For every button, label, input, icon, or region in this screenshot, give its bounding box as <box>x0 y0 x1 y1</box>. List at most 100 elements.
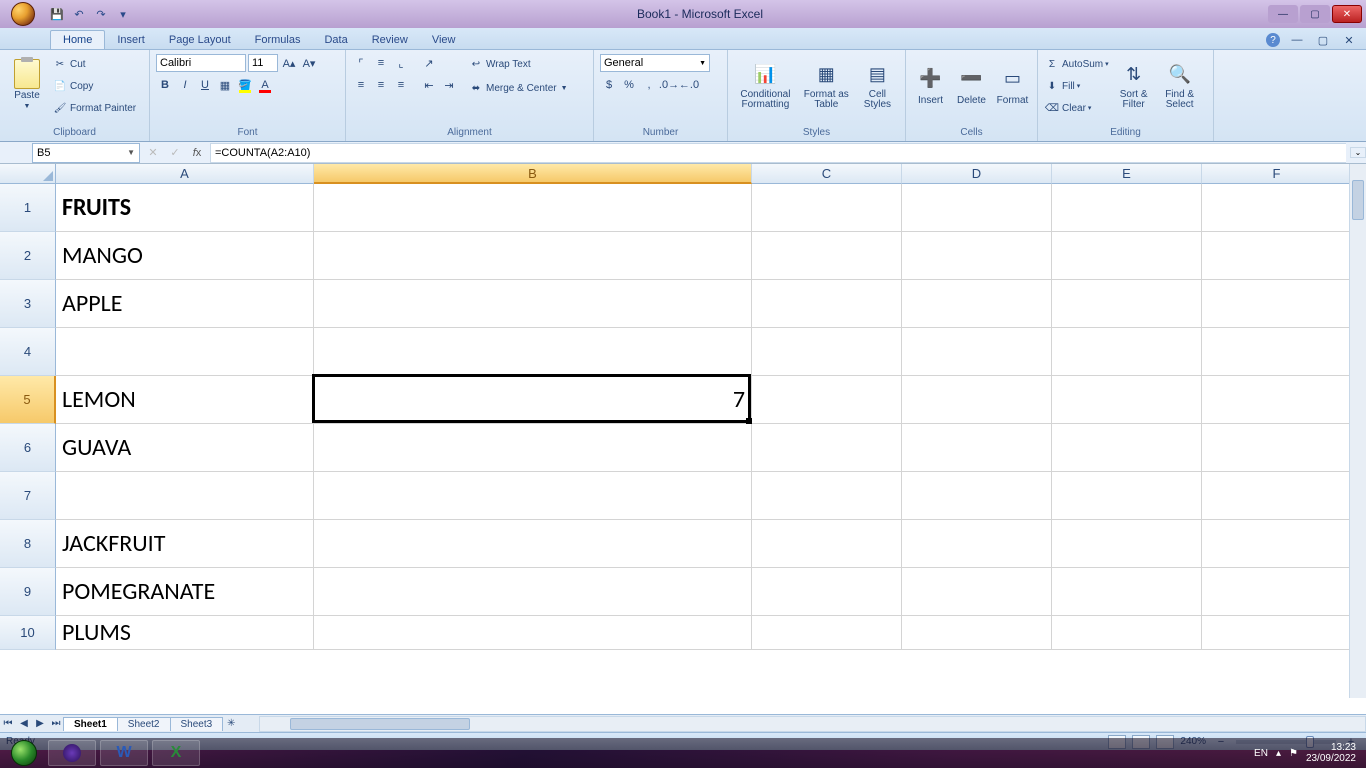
close-button[interactable]: ✕ <box>1332 5 1362 23</box>
cell-C9[interactable] <box>752 568 902 616</box>
cell-F3[interactable] <box>1202 280 1352 328</box>
currency-icon[interactable]: $ <box>600 76 618 94</box>
cell-F9[interactable] <box>1202 568 1352 616</box>
cell-D3[interactable] <box>902 280 1052 328</box>
sheet-nav-last-icon[interactable]: ⏭ <box>48 716 64 732</box>
cell-A7[interactable] <box>56 472 314 520</box>
name-box[interactable]: B5▼ <box>32 143 140 163</box>
tab-insert[interactable]: Insert <box>105 31 157 49</box>
cell-F10[interactable] <box>1202 616 1352 650</box>
percent-icon[interactable]: % <box>620 76 638 94</box>
task-firefox[interactable] <box>48 740 96 766</box>
cell-D8[interactable] <box>902 520 1052 568</box>
fill-color-button[interactable]: 🪣 <box>236 76 254 94</box>
format-cells-button[interactable]: ▭Format <box>994 52 1031 118</box>
cell-F1[interactable] <box>1202 184 1352 232</box>
cell-B3[interactable] <box>314 280 752 328</box>
decrease-indent-icon[interactable]: ⇤ <box>420 76 438 94</box>
fill-button[interactable]: ⬇Fill▾ <box>1044 76 1109 96</box>
comma-icon[interactable]: , <box>640 76 658 94</box>
enter-formula-icon[interactable]: ✓ <box>166 144 184 162</box>
tray-date[interactable]: 23/09/2022 <box>1306 753 1356 764</box>
maximize-button[interactable]: ▢ <box>1300 5 1330 23</box>
office-button[interactable] <box>2 0 44 28</box>
cell-F4[interactable] <box>1202 328 1352 376</box>
cell-B7[interactable] <box>314 472 752 520</box>
delete-cells-button[interactable]: ➖Delete <box>953 52 990 118</box>
sort-filter-button[interactable]: ⇅Sort & Filter <box>1113 52 1155 118</box>
cell-D9[interactable] <box>902 568 1052 616</box>
grid-body[interactable]: 1FRUITS2MANGO3APPLE45LEMON76GUAVA78JACKF… <box>0 184 1366 716</box>
undo-button[interactable]: ↶ <box>70 5 88 23</box>
find-select-button[interactable]: 🔍Find & Select <box>1159 52 1201 118</box>
cut-button[interactable]: ✂Cut <box>52 54 136 74</box>
formula-input[interactable] <box>210 143 1346 163</box>
orientation-icon[interactable]: ↗ <box>420 54 438 72</box>
cell-E3[interactable] <box>1052 280 1202 328</box>
row-header-3[interactable]: 3 <box>0 280 56 328</box>
cell-E2[interactable] <box>1052 232 1202 280</box>
cell-B5[interactable]: 7 <box>314 376 752 424</box>
autosum-button[interactable]: ΣAutoSum▾ <box>1044 54 1109 74</box>
italic-button[interactable]: I <box>176 76 194 94</box>
cell-E6[interactable] <box>1052 424 1202 472</box>
col-header-F[interactable]: F <box>1202 164 1352 184</box>
cell-D4[interactable] <box>902 328 1052 376</box>
underline-button[interactable]: U <box>196 76 214 94</box>
cell-E10[interactable] <box>1052 616 1202 650</box>
cell-C8[interactable] <box>752 520 902 568</box>
sheet-tab-sheet1[interactable]: Sheet1 <box>63 717 118 731</box>
qat-customize-icon[interactable]: ▾ <box>114 5 132 23</box>
conditional-formatting-button[interactable]: 📊Conditional Formatting <box>734 52 797 118</box>
cell-F6[interactable] <box>1202 424 1352 472</box>
cell-F5[interactable] <box>1202 376 1352 424</box>
align-right-icon[interactable]: ≡ <box>392 76 410 94</box>
cell-C2[interactable] <box>752 232 902 280</box>
name-box-dropdown-icon[interactable]: ▼ <box>127 148 135 157</box>
cell-C4[interactable] <box>752 328 902 376</box>
cell-A8[interactable]: JACKFRUIT <box>56 520 314 568</box>
align-middle-icon[interactable]: ≡ <box>372 54 390 72</box>
minimize-button[interactable]: — <box>1268 5 1298 23</box>
row-header-6[interactable]: 6 <box>0 424 56 472</box>
merge-center-button[interactable]: ⬌Merge & Center▼ <box>468 78 568 98</box>
tray-lang[interactable]: EN <box>1254 748 1268 759</box>
redo-button[interactable]: ↷ <box>92 5 110 23</box>
cell-C3[interactable] <box>752 280 902 328</box>
cell-E5[interactable] <box>1052 376 1202 424</box>
row-header-4[interactable]: 4 <box>0 328 56 376</box>
tray-flag-icon[interactable]: ⚑ <box>1289 748 1298 759</box>
cell-F7[interactable] <box>1202 472 1352 520</box>
cell-D5[interactable] <box>902 376 1052 424</box>
font-size-input[interactable] <box>248 54 278 72</box>
cancel-formula-icon[interactable]: ✕ <box>144 144 162 162</box>
hscroll-thumb[interactable] <box>290 718 470 730</box>
bold-button[interactable]: B <box>156 76 174 94</box>
cell-A5[interactable]: LEMON <box>56 376 314 424</box>
cell-F2[interactable] <box>1202 232 1352 280</box>
align-center-icon[interactable]: ≡ <box>372 76 390 94</box>
cell-C1[interactable] <box>752 184 902 232</box>
row-header-1[interactable]: 1 <box>0 184 56 232</box>
paste-button[interactable]: Paste ▼ <box>6 52 48 118</box>
restore-window-icon[interactable]: ▢ <box>1314 31 1332 49</box>
tab-review[interactable]: Review <box>360 31 420 49</box>
cell-B2[interactable] <box>314 232 752 280</box>
help-icon[interactable]: ? <box>1266 33 1280 47</box>
cell-B4[interactable] <box>314 328 752 376</box>
cell-E1[interactable] <box>1052 184 1202 232</box>
row-header-5[interactable]: 5 <box>0 376 56 424</box>
border-button[interactable]: ▦ <box>216 76 234 94</box>
cell-E4[interactable] <box>1052 328 1202 376</box>
clear-button[interactable]: ⌫Clear▾ <box>1044 98 1109 118</box>
align-bottom-icon[interactable]: ⌞ <box>392 54 410 72</box>
insert-cells-button[interactable]: ➕Insert <box>912 52 949 118</box>
expand-formula-bar-icon[interactable]: ⌄ <box>1350 147 1366 158</box>
col-header-B[interactable]: B <box>314 164 752 184</box>
cell-A4[interactable] <box>56 328 314 376</box>
cell-C10[interactable] <box>752 616 902 650</box>
cell-E9[interactable] <box>1052 568 1202 616</box>
cell-C6[interactable] <box>752 424 902 472</box>
cell-styles-button[interactable]: ▤Cell Styles <box>856 52 899 118</box>
col-header-C[interactable]: C <box>752 164 902 184</box>
